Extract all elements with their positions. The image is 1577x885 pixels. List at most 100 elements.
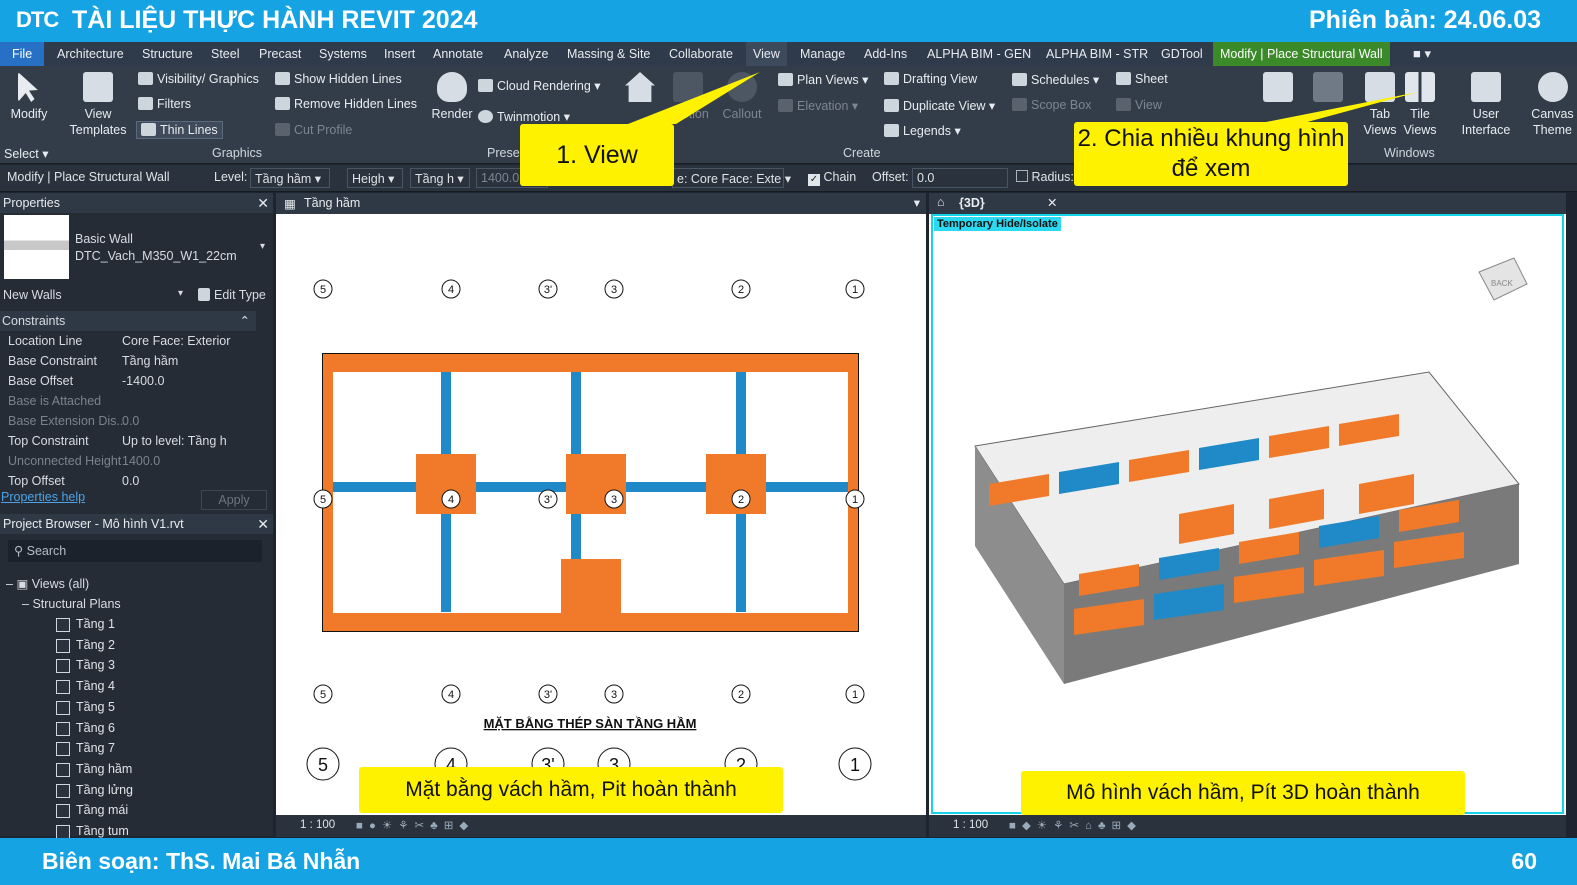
close-icon[interactable]: ✕ — [1047, 195, 1057, 210]
tab-alpha-bim-gen[interactable]: ALPHA BIM - GEN — [920, 42, 1038, 66]
drafting-view-button[interactable]: Drafting View — [884, 72, 977, 86]
constraints-section[interactable]: Constraints ⌃ — [0, 311, 256, 331]
cut-profile-button[interactable]: Cut Profile — [275, 123, 352, 137]
property-row[interactable]: Base Constraint Tầng hầm — [0, 351, 258, 371]
cloud-rendering-button[interactable]: Cloud Rendering ▾ — [478, 78, 601, 93]
tab-add-ins[interactable]: Add-Ins — [857, 42, 914, 66]
tab-architecture[interactable]: Architecture — [50, 42, 131, 66]
property-row[interactable]: Top Offset 0.0 — [0, 471, 258, 491]
property-row[interactable]: Location Line Core Face: Exterior — [0, 331, 258, 351]
views-node[interactable]: – ▣ Views (all) — [6, 576, 89, 591]
select-dropdown[interactable]: Select ▾ — [4, 146, 49, 161]
close-icon[interactable]: ✕ — [257, 193, 269, 213]
apply-button[interactable]: Apply — [201, 490, 267, 510]
section-button[interactable]: Section — [664, 72, 712, 122]
plan-item[interactable]: Tầng hầm — [56, 762, 132, 777]
structural-plans-node[interactable]: – Structural Plans — [22, 597, 121, 611]
plan-item[interactable]: Tầng 1 — [56, 617, 115, 632]
property-row[interactable]: Unconnected Height 1400.0 — [0, 451, 258, 471]
instance-filter[interactable]: New Walls — [3, 288, 62, 302]
show-hidden-lines-button[interactable]: Show Hidden Lines — [275, 72, 402, 86]
twinmotion-button[interactable]: Twinmotion ▾ — [478, 109, 570, 124]
plan-item[interactable]: Tầng 7 — [56, 741, 115, 757]
filters-button[interactable]: Filters — [138, 97, 191, 111]
callout-button[interactable]: Callout — [718, 72, 766, 122]
plan-icon: ▦ — [284, 197, 296, 211]
tab-structure[interactable]: Structure — [135, 42, 200, 66]
plan-item[interactable]: Tầng lửng — [56, 783, 133, 798]
top-select[interactable]: Tầng h ▾ — [410, 168, 470, 188]
tab-view[interactable]: View — [746, 42, 787, 66]
tab-analyze[interactable]: Analyze — [497, 42, 555, 66]
3d-view-tab[interactable]: ⌂ {3D} ✕ — [929, 193, 1566, 214]
plan-item[interactable]: Tầng 5 — [56, 700, 115, 715]
offset-input[interactable]: 0.0 — [912, 168, 1008, 188]
chevron-down-icon[interactable]: ▾ — [260, 241, 265, 252]
scope-box-button[interactable]: Scope Box — [1012, 98, 1091, 112]
location-line-select[interactable]: e: Core Face: Exte ▾ — [672, 168, 791, 188]
plan-item[interactable]: Tầng tum — [56, 824, 129, 839]
level-select[interactable]: Tầng hầm ▾ — [250, 168, 330, 188]
tab-insert[interactable]: Insert — [377, 42, 422, 66]
property-row[interactable]: Base is Attached — [0, 391, 258, 411]
plan-scale[interactable]: 1 : 100 — [300, 819, 335, 831]
view-templates-button[interactable]: View Templates — [66, 72, 130, 138]
properties-help-link[interactable]: Properties help — [1, 490, 85, 504]
property-row[interactable]: Base Extension Dis... 0.0 — [0, 411, 258, 431]
property-row[interactable]: Top Constraint Up to level: Tầng h — [0, 431, 258, 451]
plan-views-button[interactable]: Plan Views ▾ — [778, 72, 868, 87]
tab-steel[interactable]: Steel — [204, 42, 247, 66]
tab-alpha-bim-str[interactable]: ALPHA BIM - STR — [1039, 42, 1155, 66]
tab-annotate[interactable]: Annotate — [426, 42, 490, 66]
elevation-button[interactable]: Elevation ▾ — [778, 98, 858, 113]
3d-scale[interactable]: 1 : 100 — [953, 819, 988, 831]
tab-massing-site[interactable]: Massing & Site — [560, 42, 657, 66]
legends-button[interactable]: Legends ▾ — [884, 123, 961, 138]
view-control-icons[interactable]: ■◆☀⚘✂⌂♣⊞◆ — [1009, 818, 1142, 832]
3d-view-button[interactable] — [622, 72, 658, 106]
search-input[interactable]: ⚲ Search — [8, 540, 262, 562]
view-control-icons[interactable]: ■●☀⚘✂♣⊞◆ — [356, 818, 474, 832]
plan-view-window[interactable]: ▦ Tầng hầm ▾ 5 4 3' 3 2 1 5 4 3' 3 2 1 5 4 3' 3 2 1 5 4 3' 3 2 1 … — [276, 193, 926, 837]
sheet-button[interactable]: Sheet — [1116, 72, 1168, 86]
tab-file[interactable]: File — [0, 42, 45, 66]
plan-item[interactable]: Tầng 4 — [56, 679, 115, 695]
user-interface-button[interactable]: User Interface — [1456, 72, 1516, 138]
duplicate-view-button[interactable]: Duplicate View ▾ — [884, 98, 995, 113]
visibility-graphics-button[interactable]: Visibility/ Graphics — [138, 72, 259, 86]
tab-gdtool[interactable]: GDTool — [1154, 42, 1210, 66]
schedules-button[interactable]: Schedules ▾ — [1012, 72, 1099, 87]
plan-item[interactable]: Tầng 6 — [56, 721, 115, 736]
switch-windows-button[interactable] — [1256, 72, 1300, 106]
tab-precast[interactable]: Precast — [252, 42, 308, 66]
chain-checkbox[interactable]: ✓ Chain — [808, 170, 856, 186]
chevron-down-icon[interactable]: ▾ — [178, 288, 183, 299]
thin-lines-button[interactable]: Thin Lines — [136, 121, 223, 139]
search-icon: ⚲ — [14, 544, 24, 558]
collapse-icon[interactable]: ⌃ — [240, 311, 250, 331]
plan-item[interactable]: Tầng mái — [56, 803, 128, 819]
canvas-theme-button[interactable]: Canvas Theme — [1528, 72, 1577, 138]
tile-views-button[interactable]: Tile Views — [1402, 72, 1438, 138]
tab-views-button[interactable]: Tab Views — [1360, 72, 1400, 138]
view-button[interactable]: View — [1116, 98, 1162, 112]
close-icon[interactable]: ✕ — [257, 514, 269, 534]
3d-view-window[interactable]: ⌂ {3D} ✕ Temporary Hide/Isolate BACK 1 : 1… — [929, 193, 1566, 837]
plan-view-tab[interactable]: ▦ Tầng hầm ▾ — [276, 193, 926, 214]
tab-menu-icon[interactable]: ▾ — [914, 195, 920, 210]
modify-button[interactable]: Modify — [6, 72, 52, 122]
tab-modify-place-structural-wall[interactable]: Modify | Place Structural Wall — [1213, 42, 1390, 66]
close-inactive-button[interactable] — [1306, 72, 1350, 106]
tab-systems[interactable]: Systems — [312, 42, 374, 66]
radius-checkbox[interactable]: Radius: — [1016, 170, 1074, 184]
render-button[interactable]: Render — [430, 72, 474, 122]
tab-manage[interactable]: Manage — [793, 42, 852, 66]
height-select[interactable]: Heigh ▾ — [347, 168, 403, 188]
camera-icon[interactable]: ■ ▾ — [1406, 42, 1438, 66]
remove-hidden-lines-button[interactable]: Remove Hidden Lines — [275, 97, 417, 111]
tab-collaborate[interactable]: Collaborate — [662, 42, 740, 66]
plan-item[interactable]: Tầng 2 — [56, 638, 115, 653]
plan-item[interactable]: Tầng 3 — [56, 658, 115, 674]
edit-type-button[interactable]: Edit Type — [198, 288, 266, 302]
property-row[interactable]: Base Offset -1400.0 — [0, 371, 258, 391]
